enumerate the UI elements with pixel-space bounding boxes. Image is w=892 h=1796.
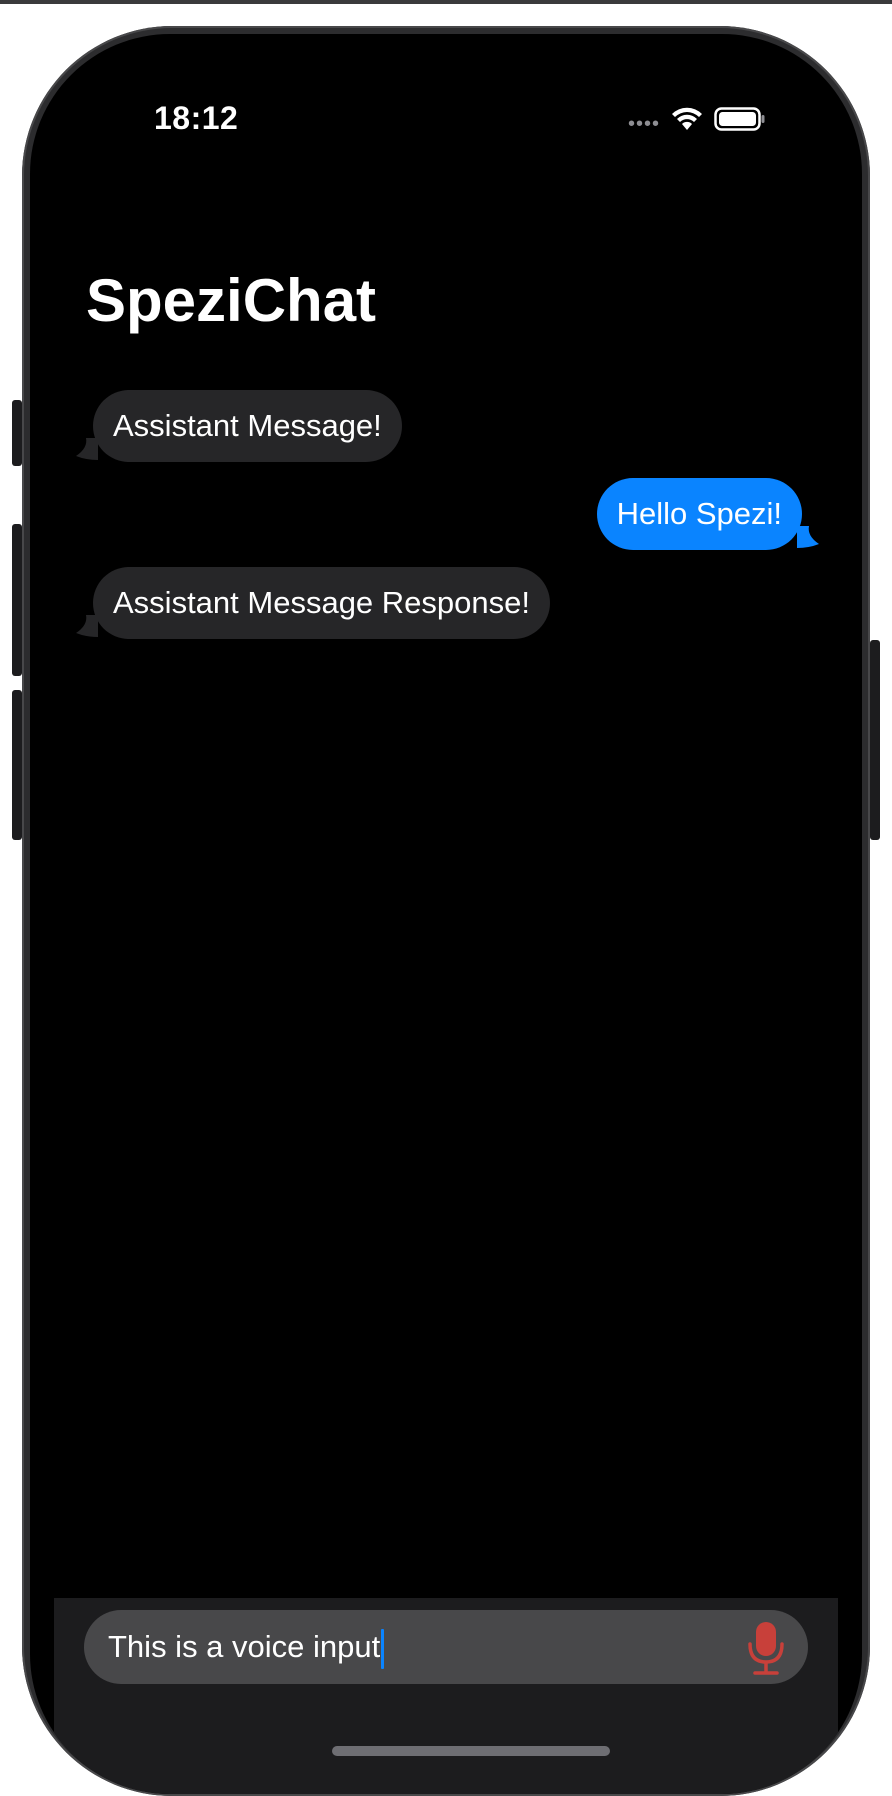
message-input-value: This is a voice input	[108, 1629, 381, 1664]
message-input-text[interactable]: This is a voice input	[108, 1610, 385, 1684]
message-text: Hello Spezi!	[616, 496, 782, 531]
user-bubble-tail	[797, 526, 819, 548]
window-top-border	[0, 0, 892, 4]
page-title: SpeziChat	[86, 267, 377, 334]
user-message-bubble: Hello Spezi!	[596, 478, 802, 550]
cellular-signal-icon: ••••	[627, 113, 660, 135]
assistant-message-bubble: Assistant Message Response!	[93, 567, 550, 639]
message-input-bar: This is a voice input	[54, 1598, 838, 1794]
status-time: 18:12	[154, 100, 239, 136]
microphone-icon[interactable]	[746, 1620, 786, 1676]
message-text: Assistant Message Response!	[113, 585, 530, 620]
text-cursor	[381, 1628, 385, 1669]
assistant-bubble-tail	[76, 615, 98, 637]
action-button	[12, 400, 22, 466]
phone-screen: 18:12 •••• SpeziChat Assistant Message! …	[30, 34, 862, 1794]
status-icons: ••••	[628, 104, 766, 134]
message-text: Assistant Message!	[113, 408, 382, 443]
assistant-message-bubble: Assistant Message!	[93, 390, 402, 462]
battery-icon	[714, 107, 765, 131]
assistant-bubble-tail	[76, 438, 98, 460]
power-button	[870, 640, 880, 840]
message-input-field[interactable]: This is a voice input	[84, 1610, 808, 1684]
volume-up-button	[12, 524, 22, 676]
home-indicator[interactable]	[332, 1746, 610, 1756]
volume-down-button	[12, 690, 22, 840]
wifi-icon	[672, 107, 702, 130]
